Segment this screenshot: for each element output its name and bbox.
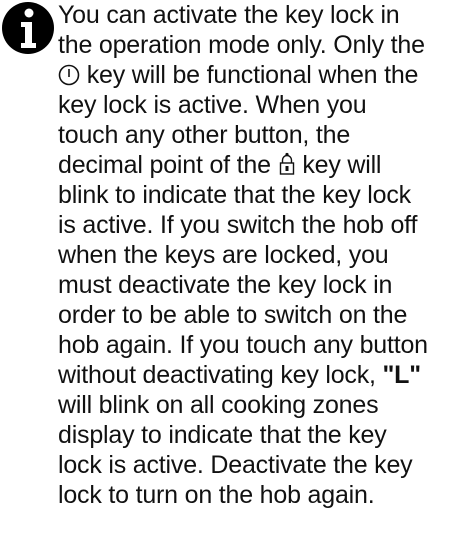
power-icon	[58, 64, 80, 86]
note-line-15: display to indicate that the key	[58, 421, 387, 449]
note-line-2: the operation mode only. Only the	[58, 31, 425, 59]
note-line-1: You can activate the key lock in	[58, 1, 400, 29]
lock-icon	[279, 152, 294, 175]
note-line-13: without deactivating key lock,	[58, 361, 376, 389]
info-icon	[2, 2, 54, 54]
note-line-6: decimal point of the	[58, 151, 271, 179]
note-line-16: lock is active. Deactivate the key	[58, 451, 413, 479]
note-line-17: lock to turn on the hob again.	[58, 481, 375, 509]
note-line-7: blink to indicate that the key lock	[58, 181, 411, 209]
note-line-10: must deactivate the key lock in	[58, 271, 393, 299]
note-line-3: key will be functional when the	[86, 61, 419, 89]
note-line-14: will blink on all cooking zones	[58, 391, 379, 419]
note-line-9: when the keys are locked, you	[58, 241, 389, 269]
note-line-11: order to be able to switch on the	[58, 301, 408, 329]
note-line-5: touch any other button, the	[58, 121, 351, 149]
key-lock-note: You can activate the key lock in the ope…	[58, 0, 450, 510]
note-line-12: hob again. If you touch any button	[58, 331, 428, 359]
note-line-8: is active. If you switch the hob off	[58, 211, 418, 239]
L-indicator: "L"	[382, 361, 422, 389]
note-line-4: key lock is active. When you	[58, 91, 367, 119]
note-line-6b: key will	[302, 151, 382, 179]
